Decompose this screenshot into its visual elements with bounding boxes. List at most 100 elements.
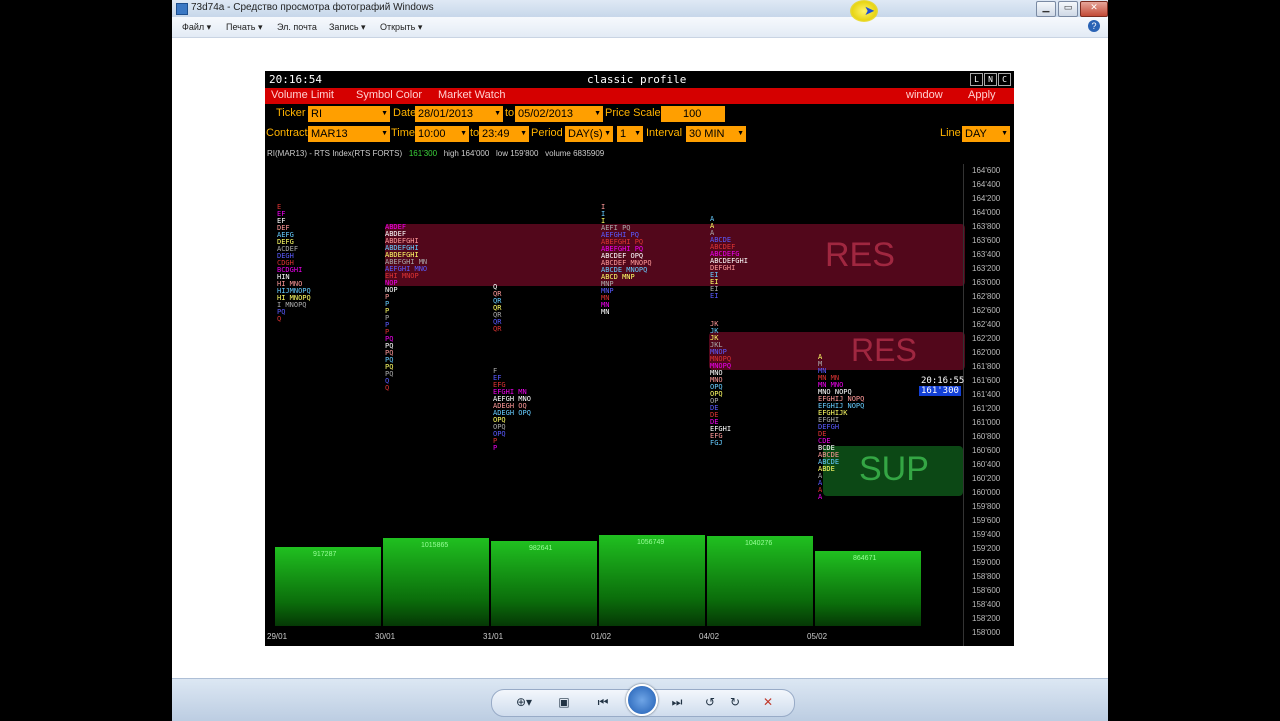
date-to-select[interactable]: 05/02/2013 ▼ xyxy=(515,106,603,122)
tab-market-watch[interactable]: Market Watch xyxy=(438,89,505,101)
window-button[interactable]: window xyxy=(906,89,943,101)
menu-burn[interactable]: Запись ▾ xyxy=(329,22,366,33)
menu-open[interactable]: Открыть ▾ xyxy=(380,22,422,33)
volume-bar xyxy=(707,536,813,626)
volume-label: 864671 xyxy=(853,555,877,562)
tpo-row: Q xyxy=(277,315,282,323)
tpo-row: A xyxy=(818,493,823,501)
title-bar: 73d74a - Средство просмотра фотографий W… xyxy=(172,0,1108,17)
maximize-button[interactable]: ▭ xyxy=(1058,1,1078,17)
tpo-row: Q xyxy=(385,384,390,392)
n-button[interactable]: N xyxy=(984,73,997,86)
minimize-button[interactable]: ▁ xyxy=(1036,1,1056,17)
info-high: high 164'000 xyxy=(443,149,490,158)
ticker-select[interactable]: RI ▼ xyxy=(308,106,390,122)
info-symbol: RI(MAR13) - RTS Index(RTS FORTS) xyxy=(267,149,403,158)
price-tick: 162'000 xyxy=(972,348,1001,357)
line-select[interactable]: DAY ▼ xyxy=(962,126,1010,142)
price-scale-label: Price Scale xyxy=(605,107,661,119)
tab-volume-limit[interactable]: Volume Limit xyxy=(271,89,334,101)
delete-icon[interactable]: ✕ xyxy=(760,691,776,713)
interval-select[interactable]: 30 MIN ▼ xyxy=(686,126,746,142)
actual-size-icon[interactable]: ▣ xyxy=(556,691,572,713)
platform-clock: 20:16:54 xyxy=(269,73,322,86)
support-zone[interactable]: SUP xyxy=(823,446,963,496)
price-tick: 163'000 xyxy=(972,278,1001,287)
resistance-zone-1[interactable]: RES xyxy=(385,224,965,286)
price-tick: 159'800 xyxy=(972,502,1001,511)
price-tick: 159'000 xyxy=(972,558,1001,567)
line-value: DAY xyxy=(965,128,987,140)
tpo-row: MN xyxy=(601,308,610,316)
price-tick: 164'000 xyxy=(972,208,1001,217)
time-from-select[interactable]: 10:00 ▼ xyxy=(415,126,469,142)
price-tick: 161'400 xyxy=(972,390,1001,399)
price-axis: 164'600 164'400 164'200 164'000 163'800 163'6… xyxy=(963,164,1014,646)
menu-bar: Файл ▾ Печать ▾ Эл. почта Запись ▾ Откры… xyxy=(172,17,1108,38)
info-last: 161'300 xyxy=(408,149,438,158)
price-tick: 160'800 xyxy=(972,432,1001,441)
apply-button[interactable]: Apply xyxy=(968,89,996,101)
date-label: Date xyxy=(393,107,417,119)
volume-bar xyxy=(383,538,489,626)
tab-symbol-color[interactable]: Symbol Color xyxy=(356,89,422,101)
price-tick: 160'000 xyxy=(972,488,1001,497)
price-scale-input[interactable]: 100 xyxy=(661,106,725,122)
menu-file[interactable]: Файл ▾ xyxy=(182,22,211,33)
zoom-icon[interactable]: ⊕▾ xyxy=(512,691,536,713)
time-to-select[interactable]: 23:49 ▼ xyxy=(479,126,529,142)
ticker-value: RI xyxy=(311,108,322,120)
volume-label: 1056749 xyxy=(637,539,665,546)
next-icon[interactable]: ⏭ xyxy=(664,691,690,713)
price-tick: 164'400 xyxy=(972,180,1001,189)
date-from-select[interactable]: 28/01/2013 ▼ xyxy=(415,106,503,122)
menu-print[interactable]: Печать ▾ xyxy=(226,22,263,33)
l-button[interactable]: L xyxy=(970,73,983,86)
cursor-arrow-icon: ➤ xyxy=(864,4,875,19)
window-title: 73d74a - Средство просмотра фотографий W… xyxy=(191,2,434,13)
contract-value: MAR13 xyxy=(311,128,348,140)
rotate-left-icon[interactable]: ↺ xyxy=(702,691,718,713)
date-tick: 31/01 xyxy=(483,632,504,641)
time-to-value: 23:49 xyxy=(482,128,510,140)
price-tick: 162'800 xyxy=(972,292,1001,301)
interval-label: Interval xyxy=(646,127,683,139)
time-label: Time xyxy=(391,127,416,139)
volume-label: 917287 xyxy=(313,551,337,558)
contract-label: Contract xyxy=(266,127,308,139)
previous-icon[interactable]: ⏮ xyxy=(590,691,616,713)
app-icon xyxy=(176,3,188,15)
market-profile-chart: RES RES SUP 164'600 164'400 164'200 164'000… xyxy=(265,164,1014,646)
info-volume: volume 6835909 xyxy=(545,149,605,158)
price-tick: 158'600 xyxy=(972,586,1001,595)
date-tick: 05/02 xyxy=(807,632,828,641)
date-from-value: 28/01/2013 xyxy=(418,108,474,120)
price-tick: 163'600 xyxy=(972,236,1001,245)
c-button[interactable]: C xyxy=(998,73,1011,86)
line-label: Line xyxy=(940,127,961,139)
date-to-label: to xyxy=(505,107,515,119)
chevron-down-icon: ▼ xyxy=(494,110,501,117)
chevron-down-icon: ▼ xyxy=(737,130,744,137)
price-tick: 159'200 xyxy=(972,544,1001,553)
sup-label: SUP xyxy=(859,450,929,488)
help-icon[interactable]: ? xyxy=(1088,20,1100,32)
period-count-select[interactable]: 1 ▼ xyxy=(617,126,643,142)
price-tick: 160'600 xyxy=(972,446,1001,455)
contract-select[interactable]: MAR13 ▼ xyxy=(308,126,390,142)
chevron-down-icon: ▼ xyxy=(381,110,388,117)
rotate-right-icon[interactable]: ↻ xyxy=(727,691,743,713)
interval-value: 30 MIN xyxy=(689,128,725,140)
period-select[interactable]: DAY(s) ▼ xyxy=(565,126,613,142)
resistance-zone-2[interactable]: RES xyxy=(709,332,965,370)
symbol-info: RI(MAR13) - RTS Index(RTS FORTS) 161'300… xyxy=(267,149,604,158)
volume-label: 1015865 xyxy=(421,542,449,549)
close-button[interactable]: ✕ xyxy=(1080,1,1108,17)
params-row-2: Contract MAR13 ▼ Time 10:00 ▼ to 23:49 ▼ Pe… xyxy=(265,125,1014,145)
price-tick: 161'000 xyxy=(972,418,1001,427)
cursor-price: 161'300 xyxy=(919,386,961,396)
menu-email[interactable]: Эл. почта xyxy=(277,22,317,32)
price-tick: 162'600 xyxy=(972,306,1001,315)
price-tick: 158'200 xyxy=(972,614,1001,623)
slideshow-button[interactable] xyxy=(626,684,658,716)
